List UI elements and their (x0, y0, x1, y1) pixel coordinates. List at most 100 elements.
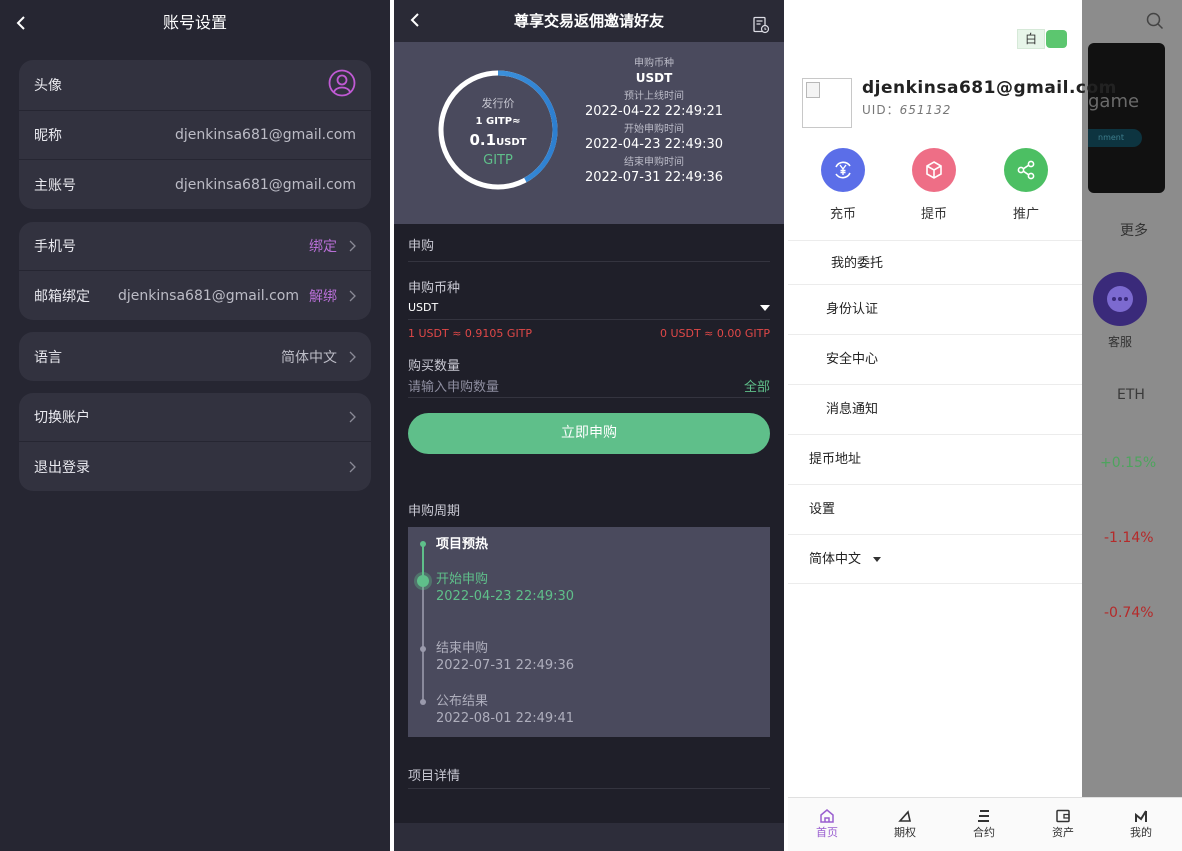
row-label: 昵称 (34, 128, 62, 144)
menu-security-center[interactable]: 安全中心 (788, 334, 1082, 384)
chevron-right-icon (349, 290, 356, 302)
nickname-value: djenkinsa681@gmail.com (175, 127, 356, 143)
binding-card: 手机号 绑定 邮箱绑定 djenkinsa681@gmail.com 解绑 (19, 222, 371, 320)
menu-identity-verification[interactable]: 身份认证 (788, 284, 1082, 334)
price-value: 0.1USDT (469, 131, 527, 149)
menu-settings[interactable]: 设置 (788, 484, 1082, 534)
menu-withdraw-address[interactable]: 提币地址 (788, 434, 1082, 484)
language-card: 语言 简体中文 (19, 332, 371, 381)
info-label: 开始申购时间 (624, 124, 684, 135)
menu-notifications[interactable]: 消息通知 (788, 384, 1082, 434)
eth-label: ETH (1117, 387, 1145, 403)
cycle-title: 申购周期 (408, 504, 461, 519)
chevron-left-icon (16, 16, 25, 30)
promo-banner[interactable]: game nment (1088, 43, 1165, 193)
coin-label: 申购币种 (408, 281, 461, 296)
more-link[interactable]: 更多 (1120, 220, 1148, 240)
subscribe-now-button[interactable]: 立即申购 (408, 413, 770, 454)
timeline-title: 项目预热 (436, 537, 489, 552)
switch-account-row[interactable]: 切换账户 (19, 393, 371, 442)
main-account-row: 主账号 djenkinsa681@gmail.com (19, 160, 371, 209)
deposit-button[interactable]: 充币 (813, 148, 873, 222)
unbind-email-link[interactable]: 解绑 (309, 286, 337, 306)
timeline-dot (420, 699, 426, 705)
user-uid: UID：651132 (862, 103, 952, 117)
back-button[interactable] (14, 0, 34, 46)
issue-price-label: 发行价 (481, 97, 515, 110)
wallet-icon (1056, 809, 1070, 823)
timeline-item: 公布结果 2022-08-01 22:49:41 (436, 693, 574, 727)
price-display: 发行价 1 GITP≈ 0.1USDT GITP (437, 69, 559, 191)
caret-down-icon (760, 304, 770, 311)
quantity-placeholder: 请输入申购数量 (408, 380, 500, 395)
timeline-dot (420, 541, 426, 547)
menu-language[interactable]: 简体中文 (788, 534, 1082, 584)
record-icon[interactable] (752, 8, 770, 34)
chevron-right-icon (349, 351, 356, 363)
project-details-title[interactable]: 项目详情 (408, 765, 770, 789)
tab-contract[interactable]: 合约 (954, 806, 1014, 840)
subscription-timeline: 项目预热 开始申购 2022-04-23 22:49:30 结束申购 2022-… (408, 527, 770, 737)
timeline-item: 开始申购 2022-04-23 22:49:30 (436, 571, 574, 605)
info-label: 申购币种 (634, 58, 674, 69)
quantity-input[interactable]: 请输入申购数量 全部 (408, 374, 770, 398)
timeline-title: 公布结果 (436, 694, 489, 709)
withdraw-button[interactable]: 提币 (904, 148, 964, 222)
bind-phone-link[interactable]: 绑定 (309, 236, 337, 256)
change-value: +0.15% (1100, 455, 1157, 471)
change-value: -1.14% (1104, 530, 1154, 546)
offering-info: 申购币种 USDT 预计上线时间 2022-04-22 22:49:21 开始申… (584, 57, 724, 189)
email-binding-row[interactable]: 邮箱绑定 djenkinsa681@gmail.com 解绑 (19, 271, 371, 320)
timeline-time: 2022-07-31 22:49:36 (436, 658, 575, 673)
rate-text: 1 GITP≈ (475, 116, 521, 127)
chevron-right-icon (349, 461, 356, 473)
language-label: 简体中文 (809, 552, 862, 567)
rate-right: 0 USDT ≈ 0.00 GITP (659, 327, 770, 340)
email-value: djenkinsa681@gmail.com (118, 287, 299, 304)
quantity-label: 购买数量 (408, 359, 461, 374)
theme-toggle[interactable]: 白 (1017, 29, 1068, 49)
tab-label: 资产 (1052, 826, 1074, 839)
nickname-row[interactable]: 昵称 djenkinsa681@gmail.com (19, 111, 371, 160)
row-label: 主账号 (34, 177, 76, 194)
header: 账号设置 (0, 0, 390, 46)
coin-select[interactable]: USDT (408, 296, 770, 320)
customer-service-icon[interactable] (1093, 272, 1147, 326)
customer-service-label: 客服 (1108, 335, 1133, 349)
tab-assets[interactable]: 资产 (1033, 806, 1093, 840)
search-icon (1146, 12, 1164, 30)
toggle-knob (1046, 30, 1067, 48)
timeline-item: 项目预热 (436, 536, 488, 553)
tab-label: 合约 (973, 826, 995, 839)
timeline-item: 结束申购 2022-07-31 22:49:36 (436, 640, 574, 674)
menu-my-orders[interactable]: 我的委托 (788, 240, 1082, 284)
tab-options[interactable]: 期权 (875, 806, 935, 840)
info-value: 2022-04-23 22:49:30 (584, 137, 724, 152)
promote-button[interactable]: 推广 (996, 148, 1056, 222)
info-value: 2022-04-22 22:49:21 (584, 104, 724, 119)
coin-select-value: USDT (408, 301, 439, 314)
quick-action-label: 推广 (1012, 207, 1039, 222)
theme-label: 白 (1017, 29, 1045, 49)
account-settings-screen: 账号设置 头像 昵称 djenkinsa681@gmail.com 主账号 dj… (0, 0, 390, 851)
tab-mine[interactable]: 我的 (1111, 806, 1171, 840)
side-drawer-screen: game nment 更多 客服 ETH +0.15% -1.14% -0.74… (788, 0, 1182, 851)
avatar-row[interactable]: 头像 (19, 60, 371, 111)
user-email: djenkinsa681@gmail.com (862, 78, 1117, 98)
user-avatar-icon[interactable] (328, 69, 356, 101)
back-button[interactable] (408, 0, 428, 42)
row-label: 切换账户 (34, 410, 90, 426)
section-title: 申购 (408, 224, 770, 262)
select-all-button[interactable]: 全部 (744, 376, 770, 395)
chevron-left-icon (410, 13, 419, 27)
logout-row[interactable]: 退出登录 (19, 442, 371, 491)
page-title: 尊享交易返佣邀请好友 (513, 12, 664, 30)
info-label: 结束申购时间 (624, 157, 684, 168)
row-label: 语言 (34, 349, 62, 366)
language-row[interactable]: 语言 简体中文 (19, 332, 371, 381)
avatar[interactable] (802, 78, 852, 128)
tab-home[interactable]: 首页 (797, 806, 857, 840)
chevron-right-icon (349, 240, 356, 252)
phone-row[interactable]: 手机号 绑定 (19, 222, 371, 271)
chevron-right-icon (349, 411, 356, 423)
